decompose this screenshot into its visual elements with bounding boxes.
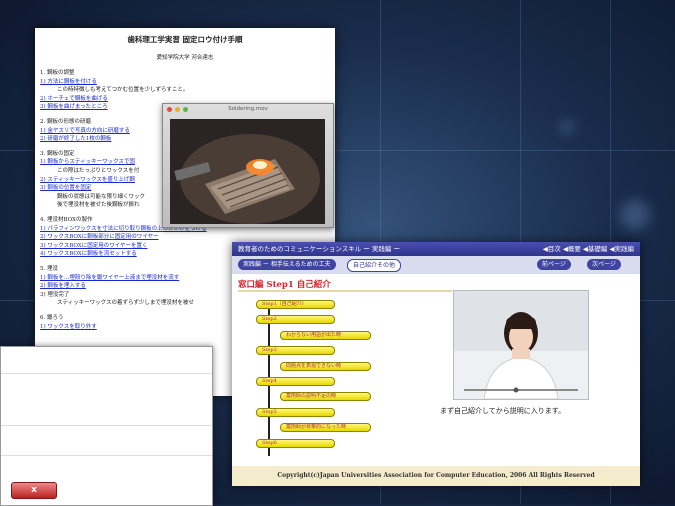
document-line[interactable]: 4) ワックスBOXに鋼板を流セットする: [40, 249, 137, 257]
next-page-button[interactable]: 次ページ: [587, 259, 621, 270]
document-title: 歯科理工学実習 固定ロウ付け手順: [127, 35, 243, 44]
edu-titlebar: 教育者のためのコミュニケーションスキル ー 実践編 ー ◀目次 ◀概要 ◀基礎編…: [232, 242, 640, 256]
document-line: 2. 鋼板の形態の研磨: [40, 119, 91, 125]
breadcrumb-page[interactable]: 自己紹介その他: [347, 259, 402, 272]
movie-video[interactable]: [170, 119, 325, 224]
document-line[interactable]: 3) 鋼板を曲げまったところ: [40, 102, 108, 110]
document-line[interactable]: 1) 方法に鋼板を付ける: [40, 77, 97, 85]
document-line[interactable]: 1) 金ヤスリで写真の方向に研磨する: [40, 126, 130, 134]
page-heading: 窓口編 Step1 自己紹介: [238, 280, 331, 290]
flow-step[interactable]: Step3: [256, 346, 335, 356]
document-line: 5. 埋没: [40, 266, 58, 272]
document-line[interactable]: 2) 研磨が終了した1枚の鋼板: [40, 134, 111, 142]
document-line: 6. 鑞ろう: [40, 315, 64, 321]
document-line: 4. 埋没材BOXの製作: [40, 217, 93, 223]
breadcrumb-section[interactable]: 実践編 ー 相手伝えるための工夫: [238, 259, 336, 270]
edu-title: 教育者のためのコミュニケーションスキル ー 実践編 ー: [238, 245, 400, 253]
document-line[interactable]: 2) ワックスBOXに鋼板部分に固定用のワイヤー: [40, 232, 159, 240]
document-line[interactable]: 3) ワックスBOXに固定用のワイヤーを置く: [40, 241, 148, 249]
document-line: この際はたっぷりとワックスを付: [57, 168, 140, 174]
flow-step[interactable]: Step5: [256, 407, 335, 417]
flow-step[interactable]: Step1（自己紹介）: [256, 300, 335, 309]
document-line[interactable]: 2) スティッキーワックスを盛り上げ鋼: [40, 175, 135, 183]
dialog-close-button[interactable]: x: [11, 482, 57, 499]
document-line[interactable]: 3) 鋼板の位置を固定: [40, 183, 91, 191]
document-line: 3. 鋼板の固定: [40, 150, 75, 157]
document-line: 後で埋没材を被せた後鋼板が振れ: [57, 202, 140, 209]
flow-step[interactable]: 薬剤師の説明不足の時: [280, 392, 371, 402]
document-line[interactable]: 1) ワックスを取り外す: [40, 322, 97, 330]
document-line: 鋼板の状態は可能な限り細くワック: [57, 193, 146, 200]
flow-step[interactable]: 薬剤師が目撃的になった時: [280, 423, 371, 433]
document-line[interactable]: 1) 鋼板を…埋殻り除を鍛ワイヤー上液まで埋没材を流す: [40, 273, 179, 281]
flow-step[interactable]: 問題点を表現できない時: [280, 361, 371, 371]
close-icon[interactable]: [167, 107, 172, 112]
zoom-icon[interactable]: [183, 107, 188, 112]
dialog-divider: [1, 455, 212, 456]
dialog-window[interactable]: x: [0, 346, 213, 506]
document-line[interactable]: 1) 鋼板からスティッキーワックスで固: [40, 157, 135, 165]
document-line: スティッキーワックスの着ずらず少しまで埋没材を被せ: [57, 300, 194, 307]
movie-titlebar[interactable]: Soldering.mov: [163, 104, 333, 115]
dialog-divider: [1, 425, 212, 426]
edu-top-nav[interactable]: ◀目次 ◀概要 ◀基礎編 ◀実践編: [543, 242, 634, 256]
prev-page-button[interactable]: 前ページ: [537, 259, 571, 270]
flow-step[interactable]: わからない用語が出た時: [280, 330, 371, 340]
heading-underline: [238, 290, 452, 292]
document-line: 3) 埋没完了: [40, 291, 70, 298]
lecturer-photo: [453, 290, 589, 400]
flow-step[interactable]: Step2: [256, 315, 335, 325]
document-line[interactable]: 2) ホーチェで鋼板を曲げる: [40, 94, 108, 102]
photo-caption: まず自己紹介してから説明に入ります。: [440, 407, 566, 415]
document-author: 愛知学院大学 河合達志: [156, 55, 214, 61]
flow-step[interactable]: Step4: [256, 377, 335, 386]
document-line: 1. 鋼板の調整: [40, 70, 75, 76]
movie-title: Soldering.mov: [228, 106, 268, 112]
edu-footer: Copyright(c)Japan Universities Associati…: [232, 466, 640, 486]
flow-step[interactable]: Step6: [256, 438, 335, 448]
movie-window[interactable]: Soldering.mov: [162, 103, 334, 228]
dialog-divider: [1, 373, 212, 374]
document-line[interactable]: 2) 鋼板を埋入する: [40, 281, 86, 289]
edu-subbar: 実践編 ー 相手伝えるための工夫 自己紹介その他 前ページ 次ページ: [232, 256, 640, 274]
minimize-icon[interactable]: [175, 107, 180, 112]
document-line: この時特徴しも考えてつかむ位置を少しずらすこと。: [57, 87, 189, 94]
education-window[interactable]: 教育者のためのコミュニケーションスキル ー 実践編 ー ◀目次 ◀概要 ◀基礎編…: [232, 242, 640, 486]
